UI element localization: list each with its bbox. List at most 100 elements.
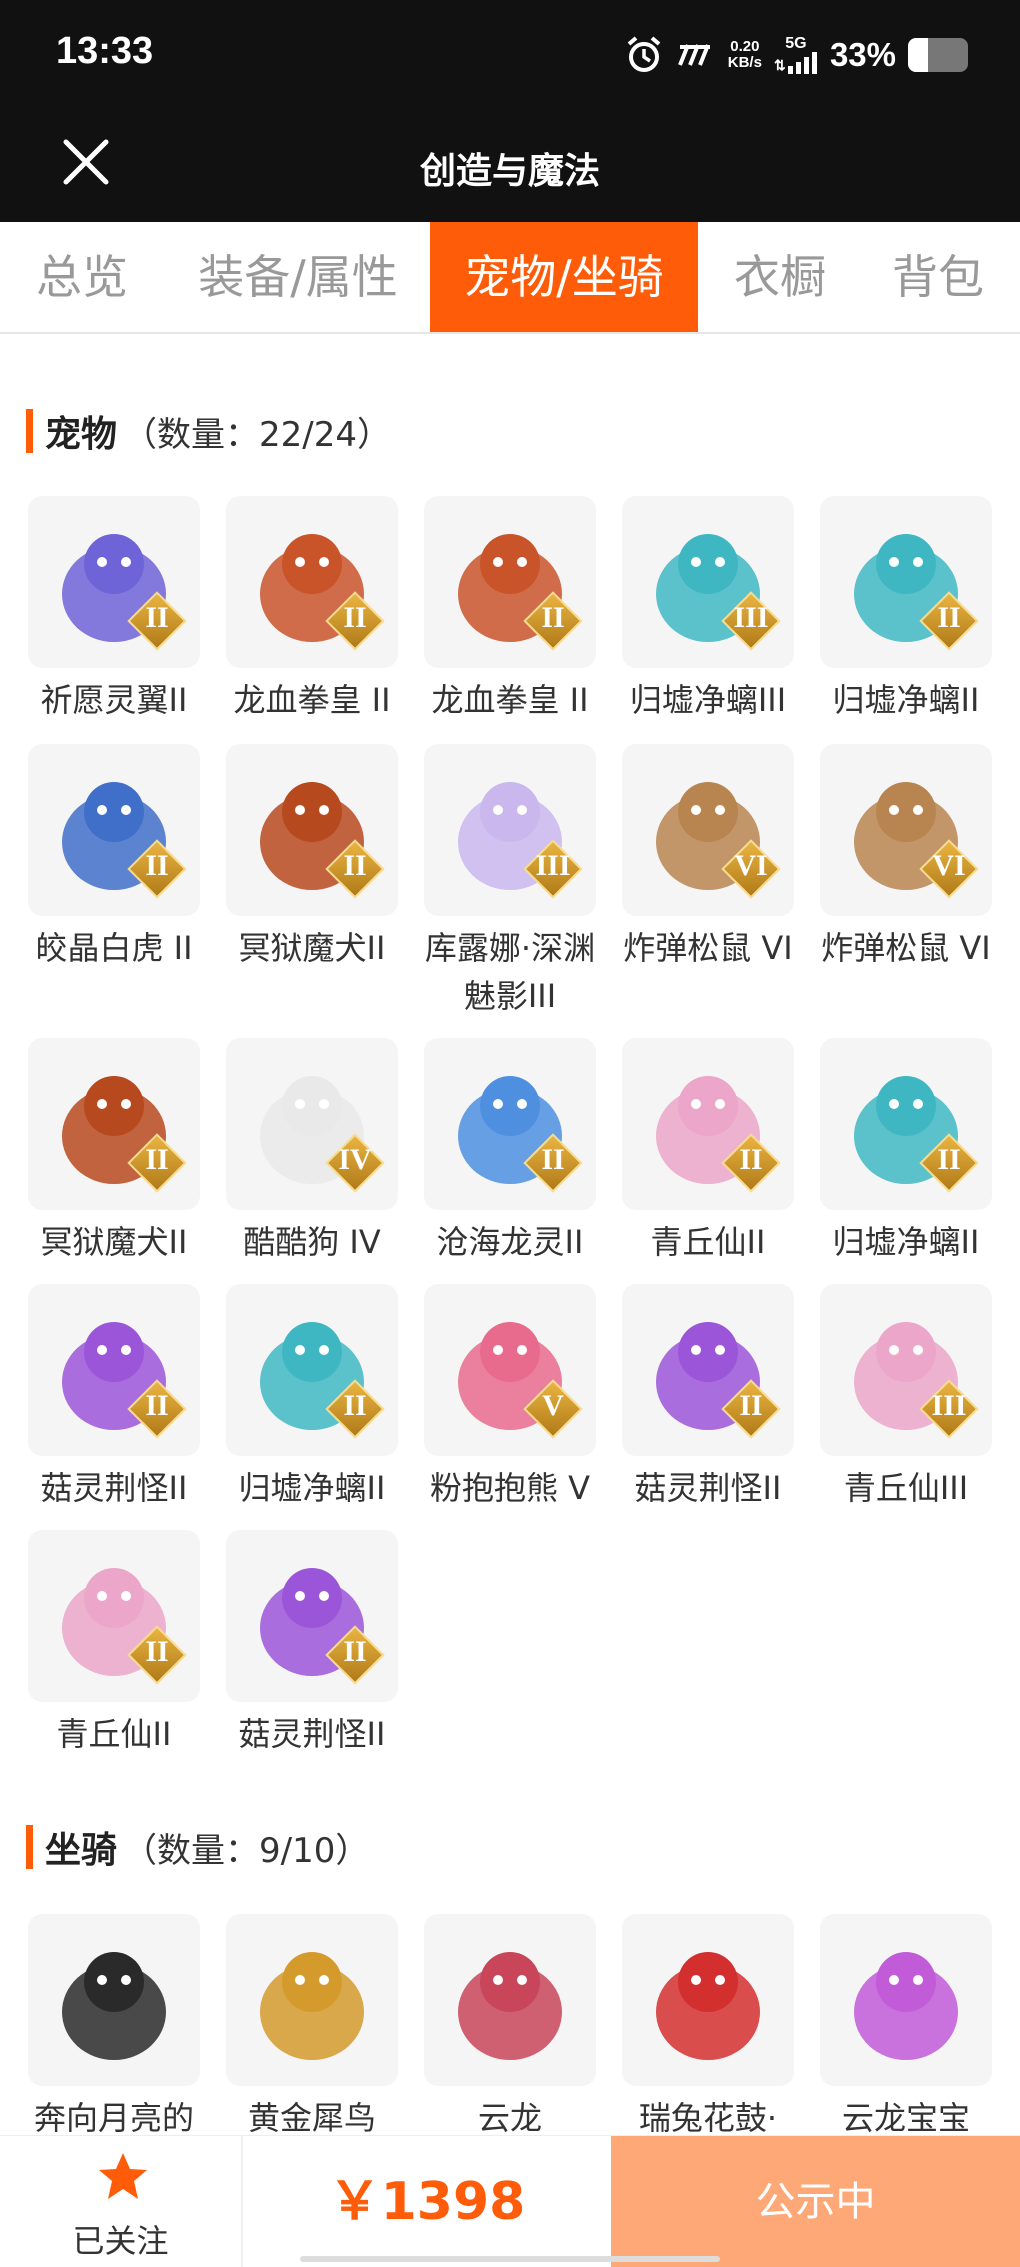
battery-icon xyxy=(908,38,968,72)
pet-tile[interactable]: II 冥狱魔犬II xyxy=(226,744,398,972)
pet-tile[interactable]: II 归墟净螭II xyxy=(820,496,992,724)
pet-image: II xyxy=(424,496,596,668)
pet-image: III xyxy=(424,744,596,916)
rank-text: II xyxy=(937,601,961,634)
pet-name: 祈愿灵翼II xyxy=(40,681,188,719)
rank-badge: II xyxy=(127,1379,187,1439)
status-icons: 0.20 KB/s 5G ⇅ 33% xyxy=(624,30,968,80)
pet-name: 库露娜·深渊魅影III xyxy=(424,929,596,1015)
cell-signal: 5G ⇅ xyxy=(774,36,818,74)
rank-badge: II xyxy=(325,1625,385,1685)
rank-text: II xyxy=(145,601,169,634)
rank-badge: VI xyxy=(919,839,979,899)
mount-tile[interactable]: 奔向月亮的 xyxy=(28,1914,200,2142)
pet-art-icon xyxy=(656,1952,760,2060)
tab-equipment[interactable]: 装备/属性 xyxy=(180,222,416,332)
pet-tile[interactable]: II 祈愿灵翼II xyxy=(28,496,200,724)
pet-image: II xyxy=(28,1530,200,1702)
alarm-icon xyxy=(624,35,664,75)
pet-name: 青丘仙II xyxy=(650,1223,766,1261)
rank-text: VI xyxy=(932,849,966,882)
rank-text: II xyxy=(145,849,169,882)
pet-name: 菇灵荆怪II xyxy=(634,1469,782,1507)
pet-image: II xyxy=(28,744,200,916)
pet-tile[interactable]: V 粉抱抱熊 V xyxy=(424,1284,596,1512)
pet-name: 归墟净螭II xyxy=(832,681,980,719)
rank-text: II xyxy=(145,1143,169,1176)
pet-name: 龙血拳皇 II xyxy=(233,681,391,719)
mount-tile[interactable]: 云龙 xyxy=(424,1914,596,2142)
pet-tile[interactable]: II 菇灵荆怪II xyxy=(28,1284,200,1512)
follow-button[interactable]: 已关注 xyxy=(0,2136,243,2267)
mounts-section-title: 坐骑 （数量：9/10） xyxy=(26,1822,369,1872)
pet-tile[interactable]: II 沧海龙灵II xyxy=(424,1038,596,1266)
pet-name: 粉抱抱熊 V xyxy=(429,1469,591,1507)
rank-badge: II xyxy=(523,591,583,651)
tab-pets-mounts[interactable]: 宠物/坐骑 xyxy=(430,222,698,332)
pet-name: 归墟净螭II xyxy=(832,1223,980,1261)
pet-tile[interactable]: II 青丘仙II xyxy=(28,1530,200,1758)
pet-tile[interactable]: II 龙血拳皇 II xyxy=(226,496,398,724)
pet-art-icon xyxy=(854,1952,958,2060)
rank-text: II xyxy=(343,601,367,634)
mount-tile[interactable]: 黄金犀鸟 xyxy=(226,1914,398,2142)
section-name: 宠物 xyxy=(45,414,118,455)
pet-image: II xyxy=(226,496,398,668)
pet-image: II xyxy=(622,1038,794,1210)
rank-badge: II xyxy=(127,839,187,899)
mount-tile[interactable]: 瑞兔花鼓· xyxy=(622,1914,794,2142)
rank-text: V xyxy=(542,1389,564,1422)
pet-tile[interactable]: III 归墟净螭III xyxy=(622,496,794,724)
pet-tile[interactable]: II 龙血拳皇 II xyxy=(424,496,596,724)
pet-name: 炸弹松鼠 VI xyxy=(623,929,793,967)
rank-badge: III xyxy=(721,591,781,651)
pet-tile[interactable]: IV 酷酷狗 IV xyxy=(226,1038,398,1266)
rank-text: II xyxy=(937,1143,961,1176)
rank-badge: II xyxy=(919,591,979,651)
section-accent-bar xyxy=(26,1825,33,1869)
mount-tile[interactable]: 云龙宝宝 xyxy=(820,1914,992,2142)
pet-image: II xyxy=(28,1284,200,1456)
rank-text: III xyxy=(733,601,769,634)
pet-tile[interactable]: III 青丘仙III xyxy=(820,1284,992,1512)
pet-tile[interactable]: II 归墟净螭II xyxy=(820,1038,992,1266)
rank-badge: II xyxy=(325,839,385,899)
rank-text: II xyxy=(739,1143,763,1176)
pet-tile[interactable]: II 皎晶白虎 II xyxy=(28,744,200,972)
page-title: 创造与魔法 xyxy=(419,151,600,192)
rank-text: II xyxy=(145,1635,169,1668)
pet-name: 青丘仙II xyxy=(56,1715,172,1753)
pet-image: II xyxy=(424,1038,596,1210)
pet-image: II xyxy=(28,496,200,668)
signal-bars-icon: ⇅ xyxy=(774,52,817,74)
pet-name: 冥狱魔犬II xyxy=(238,929,386,967)
pet-tile[interactable]: II 菇灵荆怪II xyxy=(226,1530,398,1758)
tab-wardrobe[interactable]: 衣橱 xyxy=(712,222,848,332)
pet-tile[interactable]: II 青丘仙II xyxy=(622,1038,794,1266)
pet-tile[interactable]: II 冥狱魔犬II xyxy=(28,1038,200,1266)
pet-tile[interactable]: II 菇灵荆怪II xyxy=(622,1284,794,1512)
battery-percent: 33% xyxy=(829,36,896,73)
tab-overview[interactable]: 总览 xyxy=(12,222,152,332)
pet-art-icon xyxy=(458,1952,562,2060)
mount-image xyxy=(820,1914,992,2086)
pet-name: 菇灵荆怪II xyxy=(238,1715,386,1753)
carrier-logo-icon xyxy=(676,41,716,69)
rank-text: II xyxy=(541,601,565,634)
net-speed: 0.20 KB/s xyxy=(727,38,762,71)
pet-name: 沧海龙灵II xyxy=(436,1223,584,1261)
tab-backpack[interactable]: 背包 xyxy=(868,222,1008,332)
pet-tile[interactable]: VI 炸弹松鼠 VI xyxy=(820,744,992,972)
pet-name: 归墟净螭III xyxy=(629,681,787,719)
pet-tile[interactable]: II 归墟净螭II xyxy=(226,1284,398,1512)
bottom-action-bar: 已关注 ￥1398 公示中 xyxy=(0,2135,1020,2267)
status-bar: 13:33 0.20 KB/s 5G ⇅ 33% xyxy=(0,0,1020,112)
section-accent-bar xyxy=(26,409,33,453)
section-count: （数量：22/24） xyxy=(123,414,391,455)
mount-image xyxy=(424,1914,596,2086)
status-button[interactable]: 公示中 xyxy=(611,2136,1020,2267)
rank-text: II xyxy=(145,1389,169,1422)
pet-name: 龙血拳皇 II xyxy=(431,681,589,719)
pet-tile[interactable]: III 库露娜·深渊魅影III xyxy=(424,744,596,1020)
pet-tile[interactable]: VI 炸弹松鼠 VI xyxy=(622,744,794,972)
